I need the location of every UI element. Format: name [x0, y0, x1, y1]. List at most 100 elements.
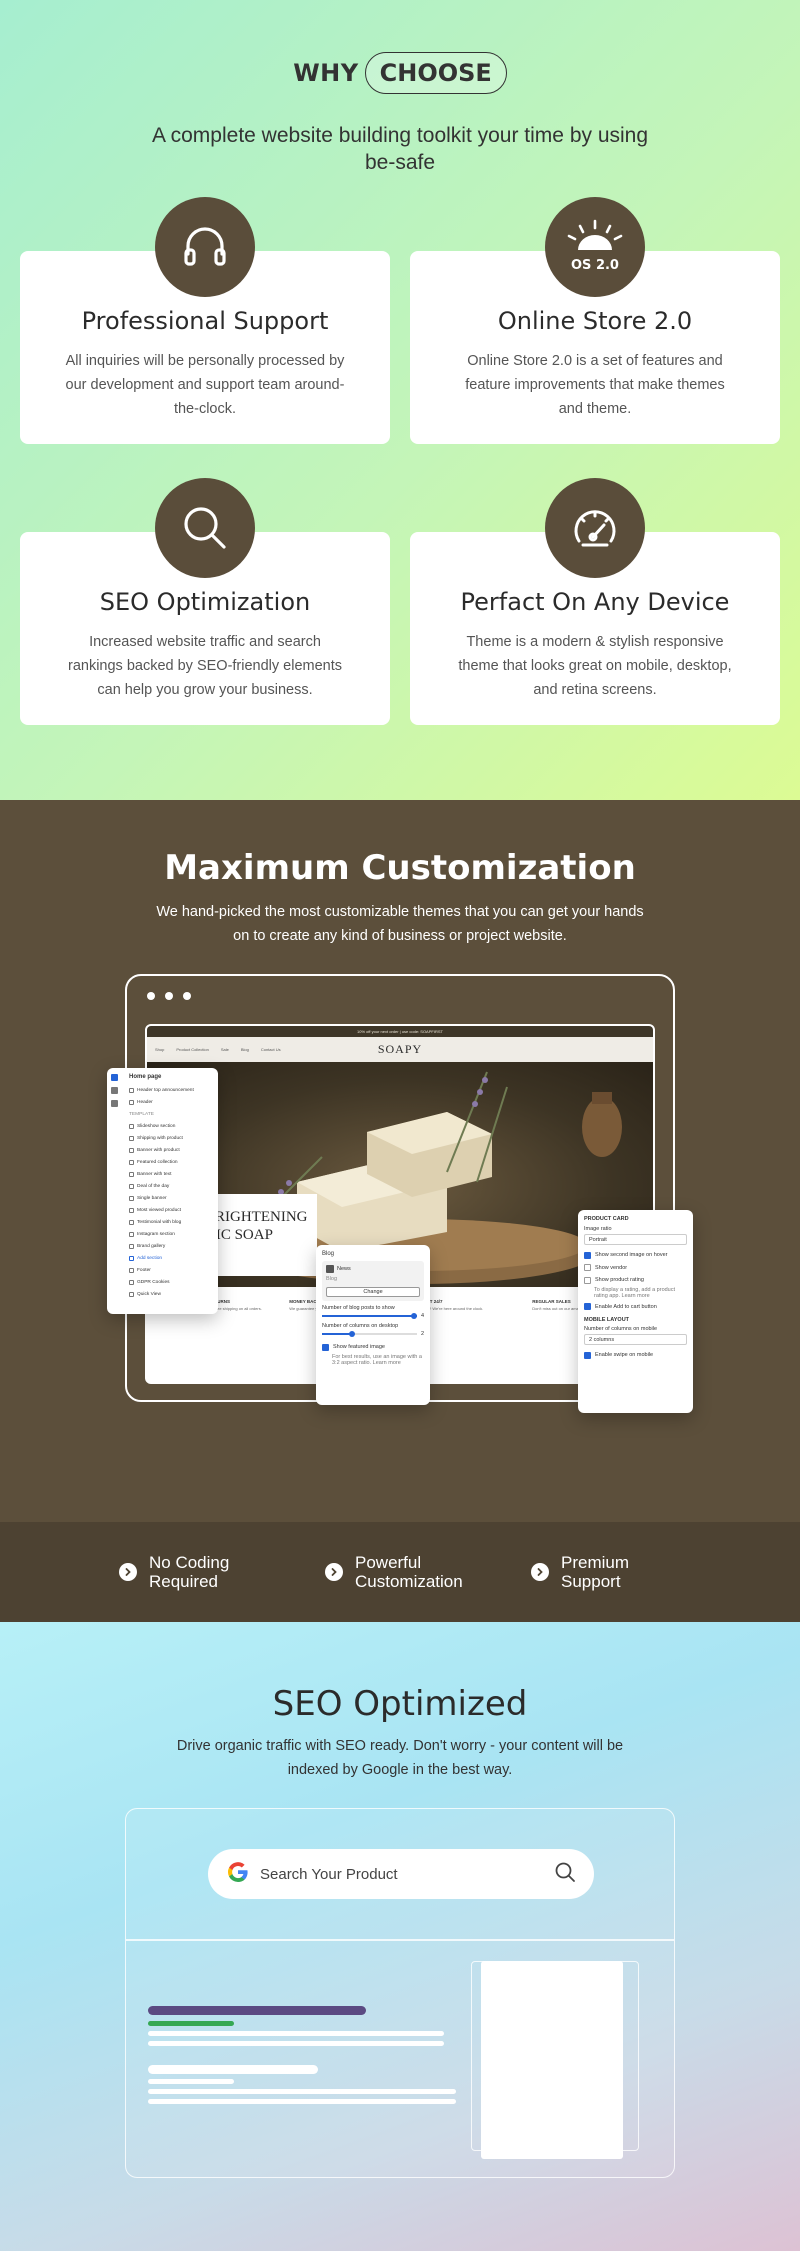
editor-section-item[interactable]: Brand gallery [129, 1240, 214, 1252]
editor-section-item[interactable]: Footer [129, 1264, 214, 1276]
editor-section-item[interactable]: Header [129, 1096, 214, 1108]
title-pill: CHOOSE [364, 52, 507, 94]
mobile-columns-select[interactable]: 2 columns [584, 1334, 687, 1345]
editor-toolbar [111, 1074, 121, 1107]
option-row[interactable]: Show vendor [584, 1262, 687, 1275]
checkbox[interactable] [584, 1264, 591, 1272]
result-text-bar [148, 2031, 444, 2036]
editor-section-label: Header [137, 1099, 153, 1105]
editor-section-item[interactable]: Single banner [129, 1192, 214, 1204]
google-icon [226, 1860, 250, 1889]
checkbox[interactable] [584, 1276, 591, 1284]
knowledge-panel [481, 1961, 623, 2159]
checkbox[interactable] [584, 1251, 591, 1259]
blog-label: Blog [326, 1276, 338, 1282]
editor-section-item[interactable]: Deal of the day [129, 1180, 214, 1192]
editor-section-label: Shipping with product [137, 1135, 183, 1141]
result-text-bar [148, 2041, 444, 2046]
why-choose-subtitle: A complete website building toolkit your… [151, 124, 649, 174]
title-word: WHY [293, 59, 359, 87]
sections-icon[interactable] [111, 1074, 118, 1081]
apps-icon[interactable] [111, 1100, 118, 1107]
editor-section-item[interactable]: Slideshow section [129, 1120, 214, 1132]
checkbox-label: Show featured image [333, 1344, 385, 1351]
blog-name: News [337, 1266, 351, 1272]
result-title-bar [148, 2006, 366, 2015]
editor-section-item[interactable]: Testimonial with blog [129, 1216, 214, 1228]
posts-slider[interactable]: 4 [322, 1313, 424, 1319]
editor-section-item[interactable]: Shipping with product [129, 1132, 214, 1144]
posts-value: 4 [420, 1313, 424, 1319]
editor-section-label: GDPR Cookies [137, 1279, 170, 1285]
speedometer-icon [545, 478, 645, 578]
card-title: Online Store 2.0 [497, 307, 693, 335]
card-text: Online Store 2.0 is a set of features an… [465, 353, 725, 417]
editor-section-item[interactable]: Featured collection [129, 1156, 214, 1168]
editor-section-item[interactable]: TEMPLATE [129, 1108, 214, 1120]
section-icon [129, 1195, 134, 1201]
feature-item: Premium Support [531, 1553, 681, 1591]
editor-section-list: Header top announcement Header TEMPLATE Sli… [129, 1084, 214, 1300]
option-row[interactable]: Show second image on hover [584, 1249, 687, 1262]
section-icon [129, 1267, 134, 1273]
editor-section-item[interactable]: Quick View [129, 1288, 214, 1300]
option-row[interactable]: Show product rating [584, 1274, 687, 1287]
editor-section-label: Single banner [137, 1195, 167, 1201]
editor-section-label: Most viewed product [137, 1207, 181, 1213]
card-text: Increased website traffic and search ran… [67, 634, 343, 698]
why-choose-section: WHY CHOOSE A complete website building t… [0, 0, 800, 800]
feature-item: No Coding Required [119, 1553, 269, 1591]
search-icon[interactable] [554, 1861, 576, 1888]
option-row[interactable]: Enable swipe on mobile [584, 1349, 687, 1362]
checkbox[interactable] [584, 1351, 591, 1359]
editor-section-label: Featured collection [137, 1159, 178, 1165]
chevron-right-icon [119, 1563, 137, 1581]
store-logo: SOAPY [377, 1042, 423, 1056]
blog-settings-panel: Blog News Blog Change Number of blog pos… [316, 1245, 430, 1405]
checkbox-label: Show vendor [595, 1264, 628, 1271]
show-image-option[interactable]: Show featured image [322, 1341, 424, 1354]
section-icon [129, 1243, 134, 1249]
ratio-select[interactable]: Portrait [584, 1234, 687, 1245]
search-bar[interactable]: Search Your Product [208, 1849, 594, 1899]
feature-label: Powerful Customization [355, 1553, 463, 1591]
section-title: Maximum Customization [164, 848, 636, 888]
chevron-right-icon [325, 1563, 343, 1581]
editor-section-item[interactable]: Instagram section [129, 1228, 214, 1240]
announcement-bar: 10% off your next order | use code: SOAP… [147, 1026, 653, 1037]
editor-section-label: Add section [137, 1255, 163, 1261]
panel-title: Blog [322, 1251, 335, 1257]
editor-section-item[interactable]: Add section [129, 1252, 214, 1264]
editor-section-label: TEMPLATE [129, 1111, 154, 1117]
editor-section-item[interactable]: GDPR Cookies [129, 1276, 214, 1288]
maximum-customization-section: Maximum Customization We hand-picked the… [0, 800, 800, 1522]
editor-section-label: Brand gallery [137, 1243, 166, 1249]
section-icon [129, 1171, 134, 1177]
columns-slider[interactable]: 2 [322, 1331, 424, 1337]
editor-section-item[interactable]: Most viewed product [129, 1204, 214, 1216]
result-url-bar [148, 2079, 234, 2084]
search-placeholder: Search Your Product [260, 1865, 398, 1883]
editor-section-item[interactable]: Banner with text [129, 1168, 214, 1180]
section-icon [129, 1135, 134, 1141]
checkbox[interactable] [584, 1303, 591, 1311]
checkbox[interactable] [322, 1343, 329, 1351]
change-blog-button[interactable]: Change [326, 1287, 420, 1297]
brush-icon[interactable] [111, 1087, 118, 1094]
window-dot [147, 992, 155, 1000]
editor-section-item[interactable]: Banner with product [129, 1144, 214, 1156]
editor-section-item[interactable]: Header top announcement [129, 1084, 214, 1096]
result-title-bar [148, 2065, 318, 2074]
editor-title: Home page [129, 1074, 162, 1080]
option-row[interactable]: Enable Add to cart button [584, 1301, 687, 1314]
features-bar: No Coding Required Powerful Customizatio… [0, 1522, 800, 1622]
editor-section-label: Banner with text [137, 1171, 172, 1177]
checkbox-label: Enable swipe on mobile [595, 1352, 654, 1359]
section-icon [129, 1231, 134, 1237]
feature-card-device: Perfact On Any Device Theme is a modern … [410, 478, 780, 725]
store-nav: Shop Product Collection Sale Blog Contac… [147, 1037, 653, 1062]
theme-editor-sidebar: Home page Header top announcement Header T… [107, 1068, 218, 1314]
card-title: SEO Optimization [99, 588, 311, 616]
panel-title: PRODUCT CARD [584, 1216, 629, 1222]
section-title: SEO Optimized [272, 1684, 528, 1724]
